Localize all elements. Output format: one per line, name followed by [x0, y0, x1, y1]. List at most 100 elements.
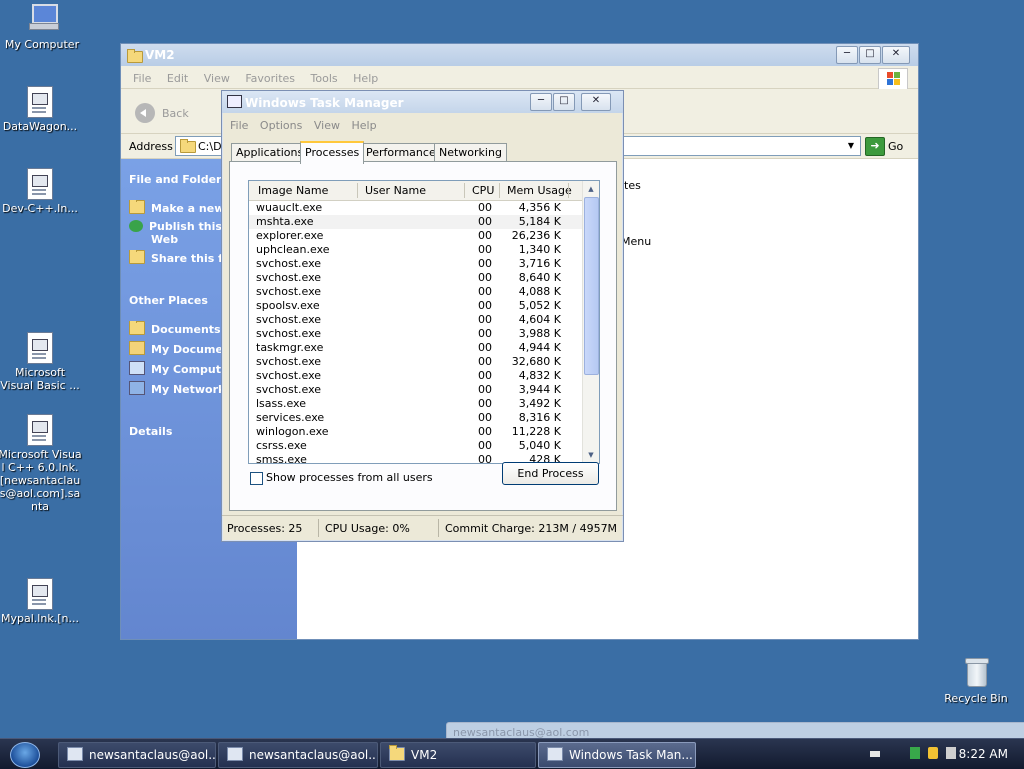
network-status-icon[interactable]: [910, 747, 920, 759]
menu-view[interactable]: View: [204, 72, 230, 85]
taskbar-button-vm2[interactable]: VM2: [380, 742, 536, 768]
start-button-icon[interactable]: [10, 742, 40, 768]
menu-edit[interactable]: Edit: [167, 72, 188, 85]
taskbar-button-mail-2[interactable]: newsantaclaus@aol....: [218, 742, 378, 768]
menu-options[interactable]: Options: [260, 119, 302, 132]
back-button-label[interactable]: Back: [162, 107, 189, 120]
desktop-icon-my-computer[interactable]: My Computer: [0, 4, 84, 51]
process-name: csrss.exe: [256, 439, 307, 452]
details-heading[interactable]: Details: [129, 425, 172, 438]
process-row[interactable]: svchost.exe 00 4,604 K: [249, 313, 583, 327]
process-mem-usage: 26,236 K: [511, 229, 561, 242]
address-label: Address: [129, 140, 173, 153]
task-manager-title-bar[interactable]: Windows Task Manager ─ □ ✕: [222, 91, 623, 113]
desktop-icon-recycle-bin[interactable]: Recycle Bin: [934, 658, 1018, 705]
process-row[interactable]: winlogon.exe 00 11,228 K: [249, 425, 583, 439]
process-name: mshta.exe: [256, 215, 314, 228]
process-row[interactable]: csrss.exe 00 5,040 K: [249, 439, 583, 453]
security-shield-icon[interactable]: [928, 747, 938, 759]
process-row[interactable]: wuauclt.exe 00 4,356 K: [249, 201, 583, 215]
process-list-scrollbar[interactable]: ▲ ▼: [582, 181, 599, 463]
process-row[interactable]: taskmgr.exe 00 4,944 K: [249, 341, 583, 355]
tab-applications[interactable]: Applications: [231, 143, 309, 162]
process-cpu: 00: [478, 341, 492, 354]
menu-tools[interactable]: Tools: [311, 72, 338, 85]
desktop-icon-visual-basic[interactable]: Microsoft Visual Basic ...: [0, 332, 82, 392]
process-row[interactable]: spoolsv.exe 00 5,052 K: [249, 299, 583, 313]
folder-icon: [389, 745, 405, 761]
new-folder-icon: [129, 200, 145, 214]
tab-networking[interactable]: Networking: [434, 143, 507, 162]
go-button-label[interactable]: Go: [888, 140, 903, 153]
dropdown-arrow-icon[interactable]: ▼: [844, 139, 858, 153]
status-bar: Processes: 25 CPU Usage: 0% Commit Charg…: [222, 515, 623, 540]
menu-favorites[interactable]: Favorites: [245, 72, 295, 85]
end-process-button[interactable]: End Process: [502, 462, 599, 485]
process-row[interactable]: svchost.exe 00 8,640 K: [249, 271, 583, 285]
process-row[interactable]: svchost.exe 00 3,944 K: [249, 383, 583, 397]
process-mem-usage: 5,052 K: [518, 299, 561, 312]
process-list[interactable]: Image Name User Name CPU Mem Usage wuauc…: [248, 180, 600, 464]
process-name: svchost.exe: [256, 271, 322, 284]
menu-file[interactable]: File: [133, 72, 151, 85]
menu-help[interactable]: Help: [351, 119, 376, 132]
column-cpu[interactable]: CPU: [472, 184, 494, 197]
back-arrow-icon[interactable]: [135, 103, 155, 123]
folder-icon: [180, 139, 196, 153]
go-arrow-icon[interactable]: ➜: [865, 137, 885, 156]
maximize-button[interactable]: □: [553, 93, 575, 111]
scroll-down-arrow-icon[interactable]: ▼: [584, 448, 598, 462]
process-mem-usage: 11,228 K: [511, 425, 561, 438]
menu-file[interactable]: File: [230, 119, 248, 132]
desktop-icon-mypal[interactable]: Mypal.lnk.[n...: [0, 578, 82, 625]
process-rows: wuauclt.exe 00 4,356 Kmshta.exe 00 5,184 Kex…: [249, 201, 583, 464]
tab-processes[interactable]: Processes: [300, 141, 365, 164]
desktop-icon-devcpp[interactable]: Dev-C++.In...: [0, 168, 82, 215]
process-row[interactable]: svchost.exe 00 32,680 K: [249, 355, 583, 369]
desktop-icon-datawagon[interactable]: DataWagon...: [0, 86, 82, 133]
minimize-button[interactable]: ─: [530, 93, 552, 111]
show-all-users-checkbox[interactable]: [250, 472, 263, 485]
process-row[interactable]: uphclean.exe 00 1,340 K: [249, 243, 583, 257]
process-row[interactable]: explorer.exe 00 26,236 K: [249, 229, 583, 243]
process-cpu: 00: [478, 271, 492, 284]
process-mem-usage: 4,832 K: [518, 369, 561, 382]
close-button[interactable]: ✕: [581, 93, 611, 111]
volume-icon[interactable]: [946, 747, 956, 759]
menu-view[interactable]: View: [314, 119, 340, 132]
process-row[interactable]: svchost.exe 00 3,716 K: [249, 257, 583, 271]
process-row[interactable]: mshta.exe 00 5,184 K: [249, 215, 583, 229]
keyboard-icon[interactable]: [870, 751, 880, 757]
process-mem-usage: 4,944 K: [518, 341, 561, 354]
network-icon: [129, 381, 145, 395]
show-all-users-label[interactable]: Show processes from all users: [266, 471, 433, 484]
explorer-title-bar[interactable]: VM2 ─ □ ✕: [121, 44, 918, 66]
scrollbar-thumb[interactable]: [584, 197, 599, 375]
desktop-icon-visual-cpp[interactable]: Microsoft Visual C++ 6.0.lnk.[newsantacl…: [0, 414, 82, 513]
shortcut-document-icon: [27, 86, 53, 118]
process-row[interactable]: svchost.exe 00 4,088 K: [249, 285, 583, 299]
maximize-button[interactable]: □: [859, 46, 881, 64]
column-user-name[interactable]: User Name: [365, 184, 426, 197]
process-row[interactable]: services.exe 00 8,316 K: [249, 411, 583, 425]
other-places-heading[interactable]: Other Places: [129, 294, 208, 307]
minimize-button[interactable]: ─: [836, 46, 858, 64]
process-row[interactable]: svchost.exe 00 3,988 K: [249, 327, 583, 341]
column-mem-usage[interactable]: Mem Usage: [507, 184, 572, 197]
menu-help[interactable]: Help: [353, 72, 378, 85]
column-image-name[interactable]: Image Name: [258, 184, 328, 197]
globe-icon: [129, 220, 143, 232]
process-name: smss.exe: [256, 453, 307, 464]
menu-bar: File Edit View Favorites Tools Help: [121, 66, 918, 89]
process-name: svchost.exe: [256, 355, 322, 368]
process-row[interactable]: svchost.exe 00 4,832 K: [249, 369, 583, 383]
process-name: svchost.exe: [256, 313, 322, 326]
scroll-up-arrow-icon[interactable]: ▲: [584, 182, 598, 196]
close-button[interactable]: ✕: [882, 46, 910, 64]
taskbar-button-mail-1[interactable]: newsantaclaus@aol....: [58, 742, 216, 768]
taskbar-button-task-manager[interactable]: Windows Task Man...: [538, 742, 696, 768]
computer-icon: [129, 361, 145, 375]
process-row[interactable]: lsass.exe 00 3,492 K: [249, 397, 583, 411]
clock[interactable]: 8:22 AM: [959, 747, 1008, 761]
tab-performance[interactable]: Performance: [361, 143, 441, 162]
